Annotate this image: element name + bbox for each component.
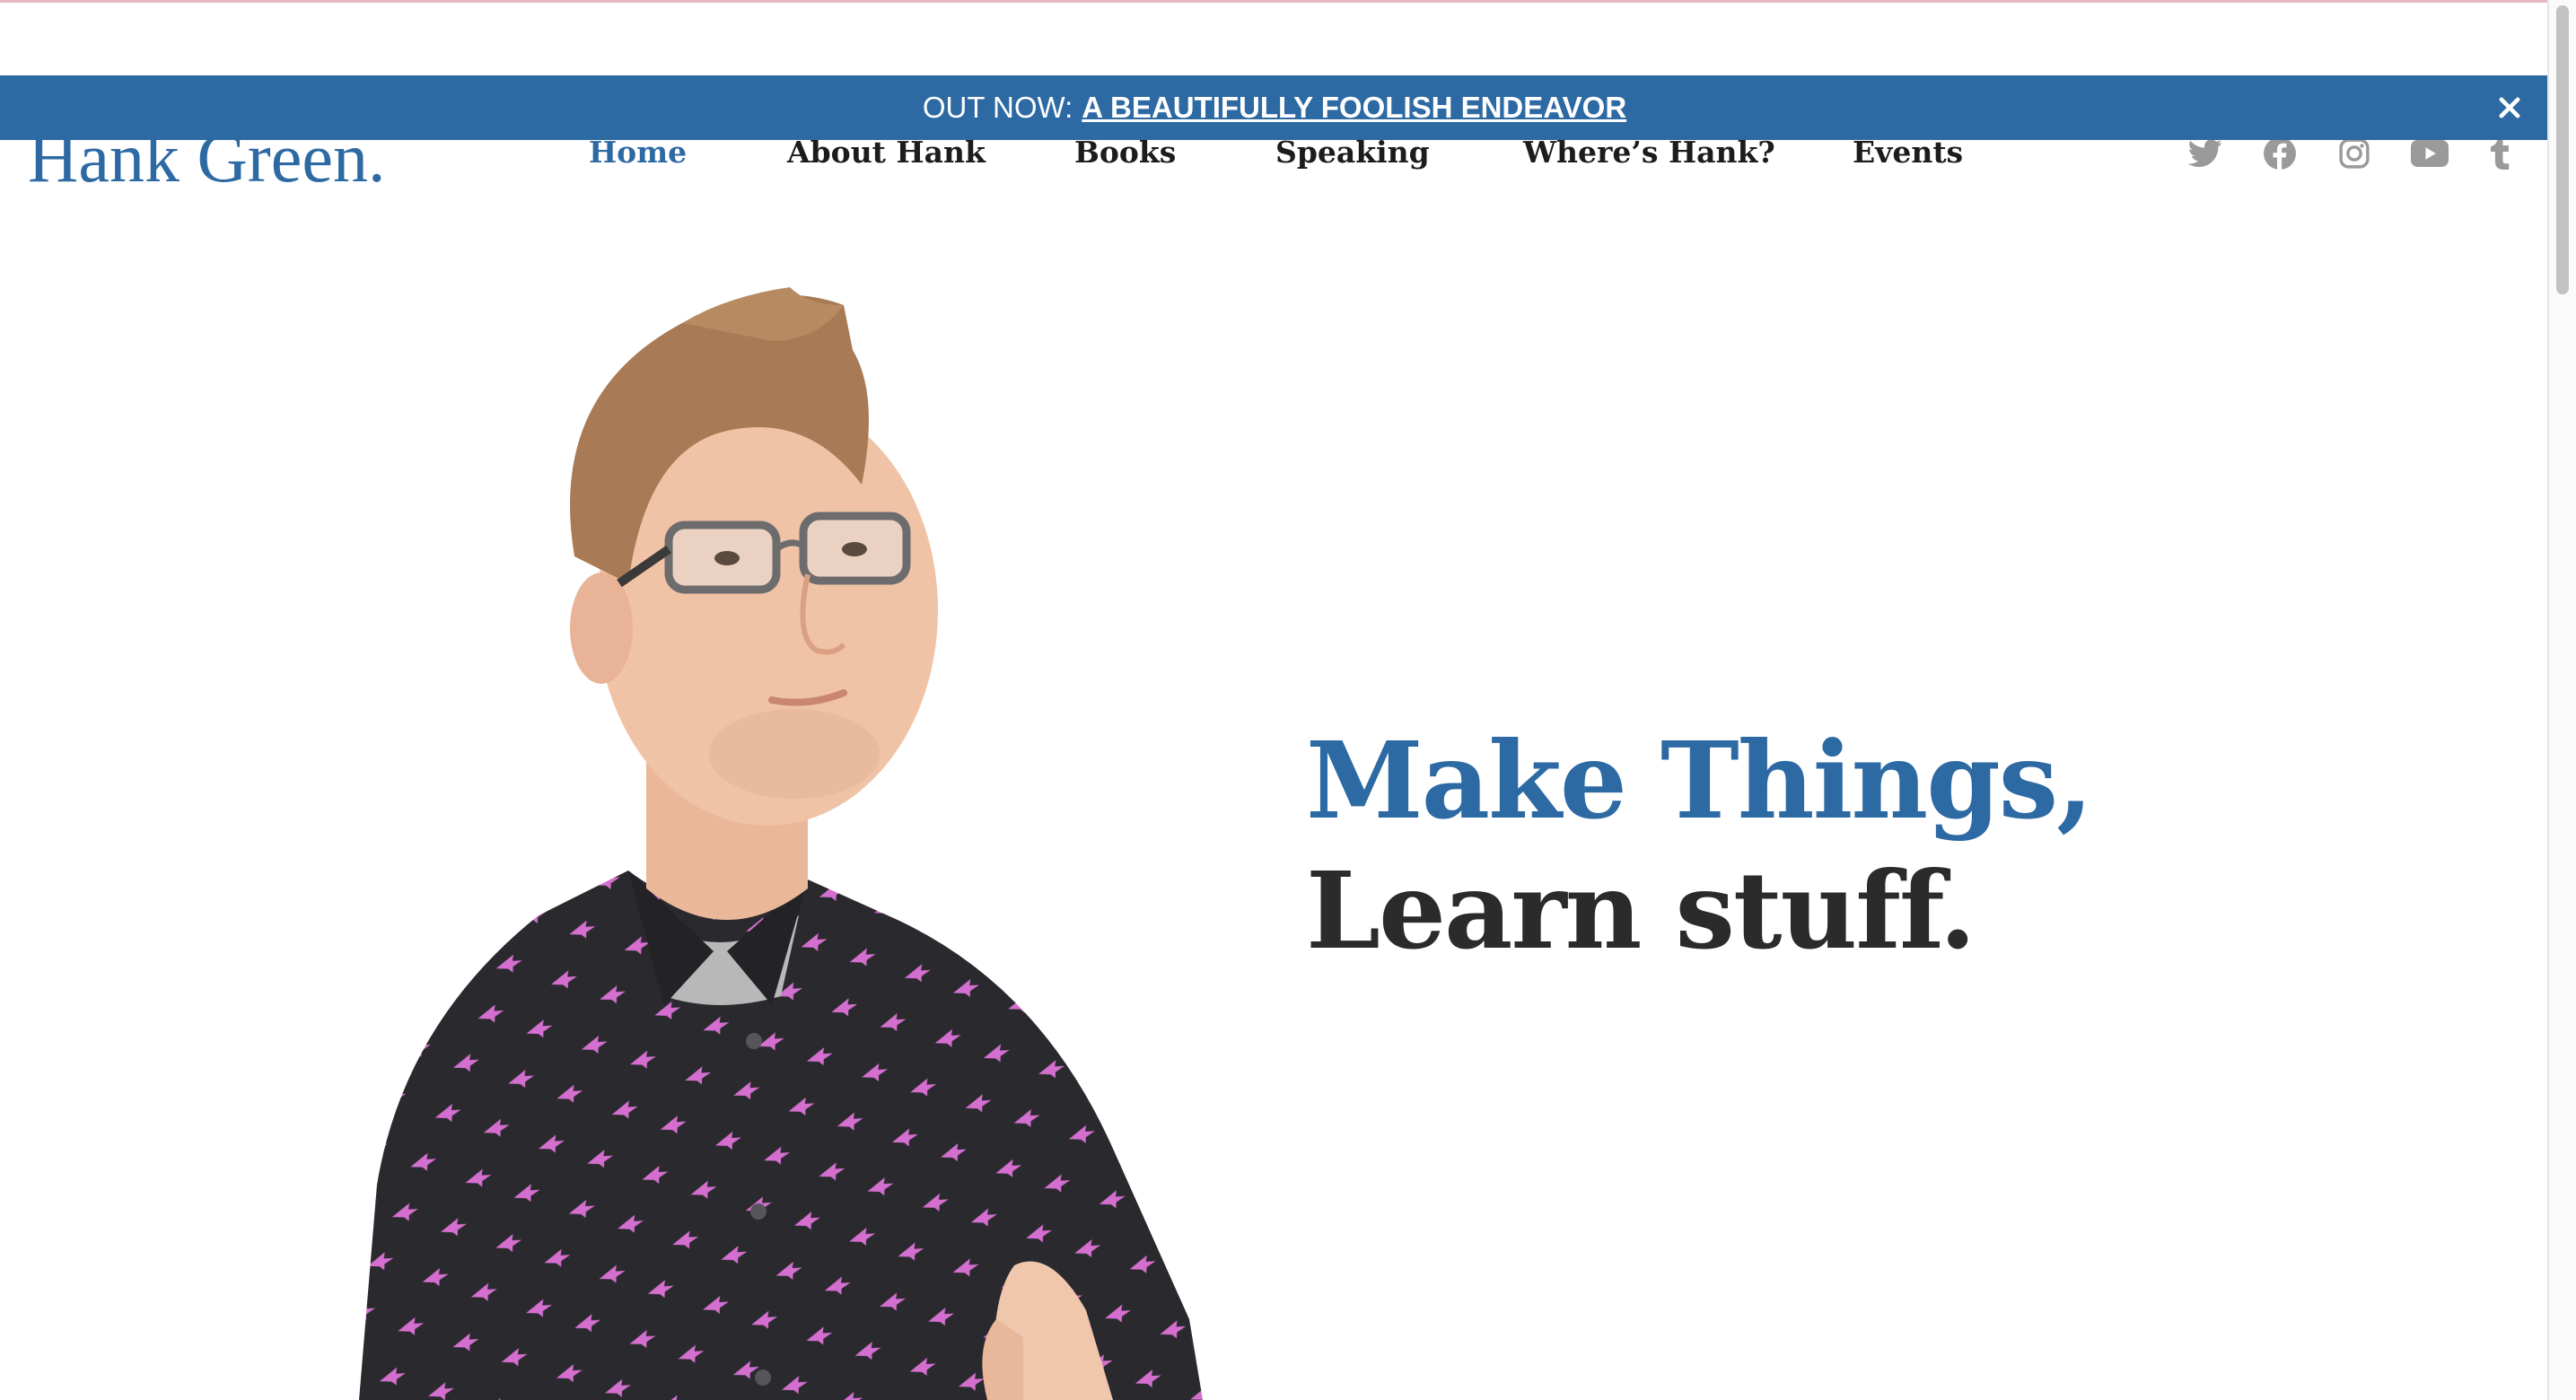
hero-headline-line2: Learn stuff. <box>1306 848 1976 973</box>
hero-portrait <box>359 287 1203 1400</box>
close-icon[interactable] <box>2490 88 2529 127</box>
top-accent-line <box>0 0 2549 3</box>
banner-prefix: OUT NOW: <box>922 91 1073 124</box>
banner-book-link[interactable]: A BEAUTIFULLY FOOLISH ENDEAVOR <box>1082 91 1626 125</box>
announcement-banner: OUT NOW: A BEAUTIFULLY FOOLISH ENDEAVOR <box>0 75 2549 140</box>
scrollbar-thumb[interactable] <box>2556 5 2569 294</box>
hero-headline-line1: Make Things, <box>1306 718 2093 843</box>
page-scrollbar[interactable] <box>2547 0 2576 1400</box>
page: Hank Green. Home About Hank Books Speaki… <box>0 0 2576 1400</box>
